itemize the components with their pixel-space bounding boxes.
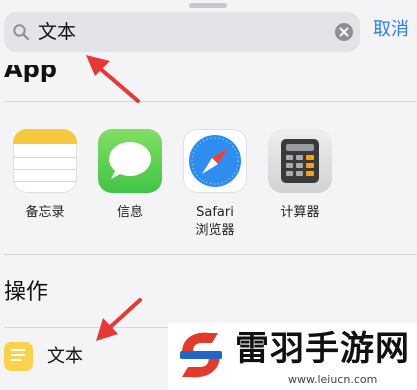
clear-search-icon[interactable] bbox=[335, 23, 353, 41]
section-divider-apps bbox=[4, 101, 417, 102]
search-input[interactable]: 文本 bbox=[38, 21, 76, 43]
app-tile-calculator[interactable]: 计算器 bbox=[255, 129, 345, 222]
app-tile-safari[interactable]: Safari 浏览器 bbox=[170, 129, 260, 240]
section-title-actions: 操作 bbox=[4, 280, 49, 305]
action-label-text: 文本 bbox=[47, 346, 83, 367]
app-label-safari: Safari 浏览器 bbox=[195, 205, 235, 238]
text-action-icon bbox=[4, 342, 33, 371]
messages-icon bbox=[98, 129, 162, 193]
calculator-icon bbox=[268, 129, 332, 193]
watermark-overlay: 雷羽手游网 www.leiucn.com bbox=[168, 323, 417, 390]
annotation-arrow-search bbox=[86, 55, 140, 103]
section-title-apps: App bbox=[4, 55, 57, 83]
notes-icon bbox=[13, 129, 77, 193]
search-icon bbox=[13, 24, 30, 41]
app-label-messages: 信息 bbox=[116, 205, 143, 220]
annotation-arrow-text-action bbox=[96, 298, 142, 341]
cancel-button[interactable]: 取消 bbox=[373, 18, 409, 42]
app-label-calculator: 计算器 bbox=[280, 205, 320, 220]
app-label-notes: 备忘录 bbox=[25, 205, 65, 220]
search-field[interactable]: 文本 bbox=[4, 12, 360, 52]
safari-icon bbox=[183, 129, 247, 193]
watermark-url: www.leiucn.com bbox=[288, 373, 378, 386]
app-tile-notes[interactable]: 备忘录 bbox=[0, 129, 90, 222]
app-tile-messages[interactable]: 信息 bbox=[85, 129, 175, 222]
sheet-grabber[interactable] bbox=[189, 3, 227, 8]
shortcuts-search-screen: 文本 取消 App 备忘录 信息 Safari 浏览器 计算器 操作 文本 雷羽… bbox=[0, 0, 417, 390]
watermark-logo-icon bbox=[180, 332, 222, 378]
watermark-title: 雷羽手游网 bbox=[235, 329, 410, 369]
section-divider-apps-bottom bbox=[4, 254, 417, 255]
